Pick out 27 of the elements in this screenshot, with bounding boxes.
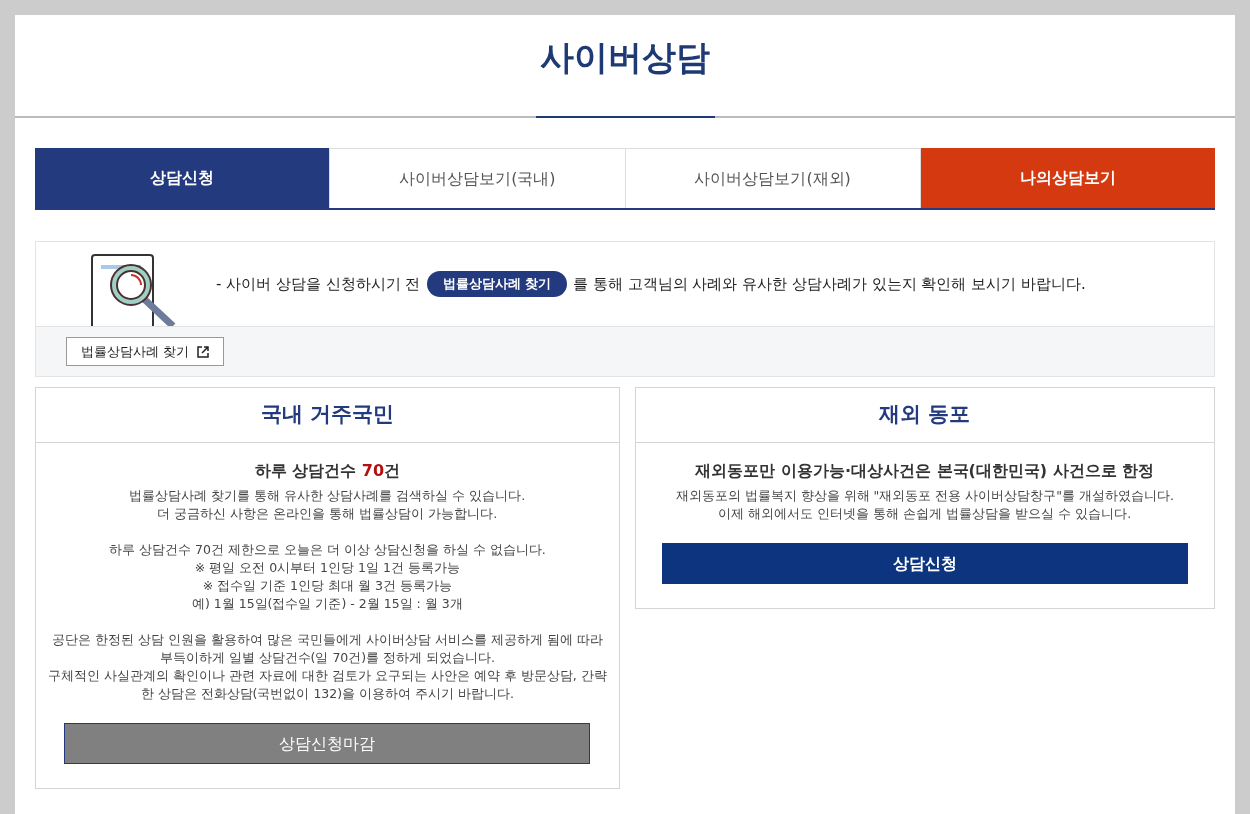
tab[interactable]: 사이버상담보기(국내)	[329, 148, 625, 208]
info-text: 이제 해외에서도 인터넷을 통해 손쉽게 법률상담을 받으실 수 있습니다.	[717, 505, 1133, 523]
info-text: ※ 평일 오전 0시부터 1인당 1일 1건 등록가능	[193, 559, 461, 577]
info-text: 더 궁금하신 사항은 온라인을 통해 법률상담이 가능합니다.	[156, 505, 499, 523]
info-text: 법률상담사례 찾기를 통해 유사한 상담사례를 검색하실 수 있습니다.	[129, 487, 526, 505]
info-text: 예) 1월 15일(접수일 기준) - 2월 15일 : 월 3개	[190, 595, 464, 613]
external-link-icon	[197, 345, 210, 358]
notice-text: 를 통해 고객님의 사례와 유사한 상담사례가 있는지 확인해 보시기 바랍니다.	[573, 273, 1086, 295]
tab[interactable]: 나의상담보기	[919, 148, 1215, 208]
info-text: 재외동포의 법률복지 향상을 위해 "재외동포 전용 사이버상담창구"를 개설하였습니다.	[675, 487, 1174, 505]
info-text: 부득이하게 일별 상담건수(일 70건)를 정하게 되었습니다.	[158, 649, 497, 667]
tab[interactable]: 상담신청	[35, 148, 330, 208]
info-text: 하루 상담건수 70건 제한으로 오늘은 더 이상 상담신청을 하실 수 없습니다.	[109, 541, 546, 559]
info-text: 구체적인 사실관계의 확인이나 관련 자료에 대한 검토가 요구되는 사안은 예약 후 방문상담, 간략	[48, 667, 607, 685]
page-title: 사이버상담	[540, 36, 710, 79]
info-text: 공단은 한정된 상담 인원을 활용하여 많은 국민들에게 사이버상담 서비스를 제공하게 됨에 따라	[50, 631, 604, 649]
card-title: 재외 동포	[635, 388, 1214, 443]
tab[interactable]: 사이버상담보기(재외)	[624, 148, 920, 208]
card-title: 국내 거주국민	[36, 388, 619, 443]
card-headline: 재외동포만 이용가능·대상사건은 본국(대한민국) 사건으로 한정	[695, 460, 1155, 482]
apply-button[interactable]: 상담신청	[661, 543, 1188, 584]
info-text: ※ 접수일 기준 1인당 최대 월 3건 등록가능	[201, 577, 453, 595]
info-text: 한 상담은 전화상담(국번없이 132)을 이용하여 주시기 바랍니다.	[139, 685, 516, 703]
case-search-link[interactable]: 법률상담사례 찾기	[66, 337, 225, 366]
card-headline: 하루 상담건수 70건	[254, 460, 401, 482]
notice-text: - 사이버 상담을 신청하시기 전	[216, 273, 421, 295]
case-search-badge: 법률상담사례 찾기	[426, 271, 568, 297]
